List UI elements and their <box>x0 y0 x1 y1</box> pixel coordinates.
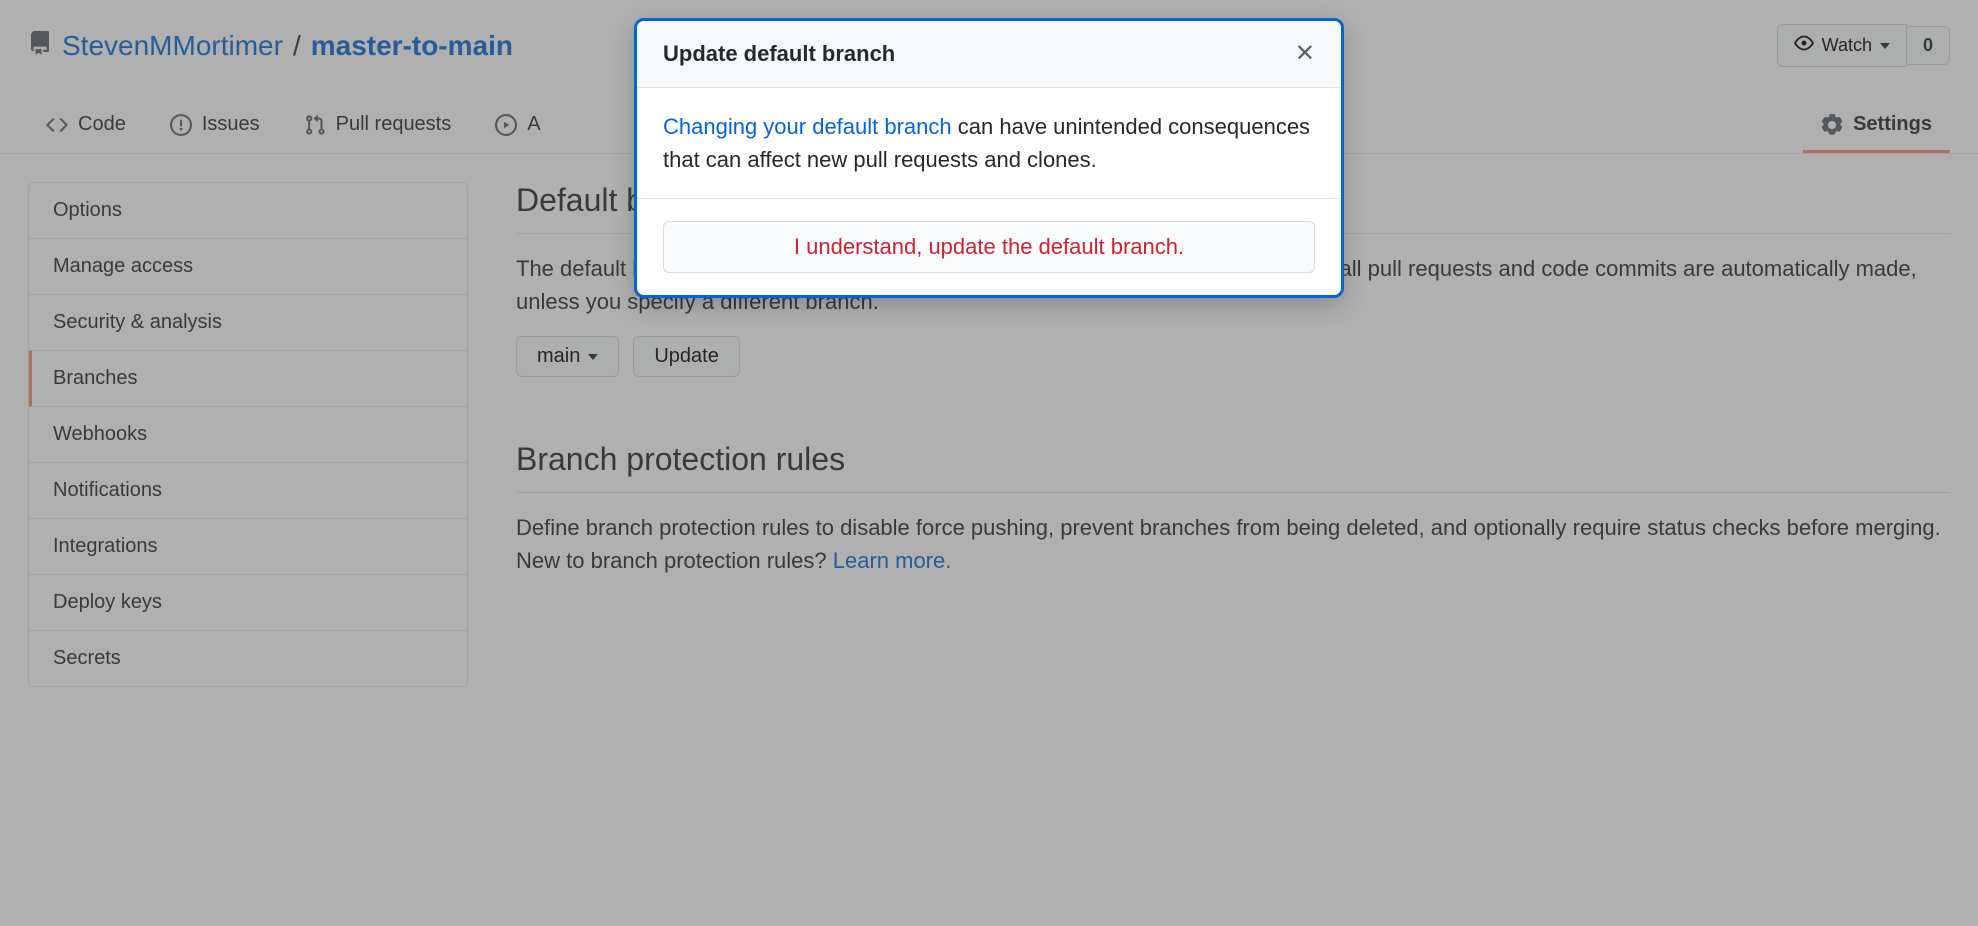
close-icon: ✕ <box>1295 40 1315 67</box>
confirm-update-button[interactable]: I understand, update the default branch. <box>663 221 1315 273</box>
modal-body: Changing your default branch can have un… <box>637 88 1341 199</box>
modal-header: Update default branch ✕ <box>637 21 1341 88</box>
modal-overlay[interactable]: Update default branch ✕ Changing your de… <box>0 0 1978 926</box>
changing-default-branch-link[interactable]: Changing your default branch <box>663 114 952 139</box>
close-button[interactable]: ✕ <box>1295 42 1315 66</box>
update-default-branch-modal: Update default branch ✕ Changing your de… <box>634 18 1344 298</box>
modal-title: Update default branch <box>663 41 895 67</box>
modal-footer: I understand, update the default branch. <box>637 199 1341 295</box>
